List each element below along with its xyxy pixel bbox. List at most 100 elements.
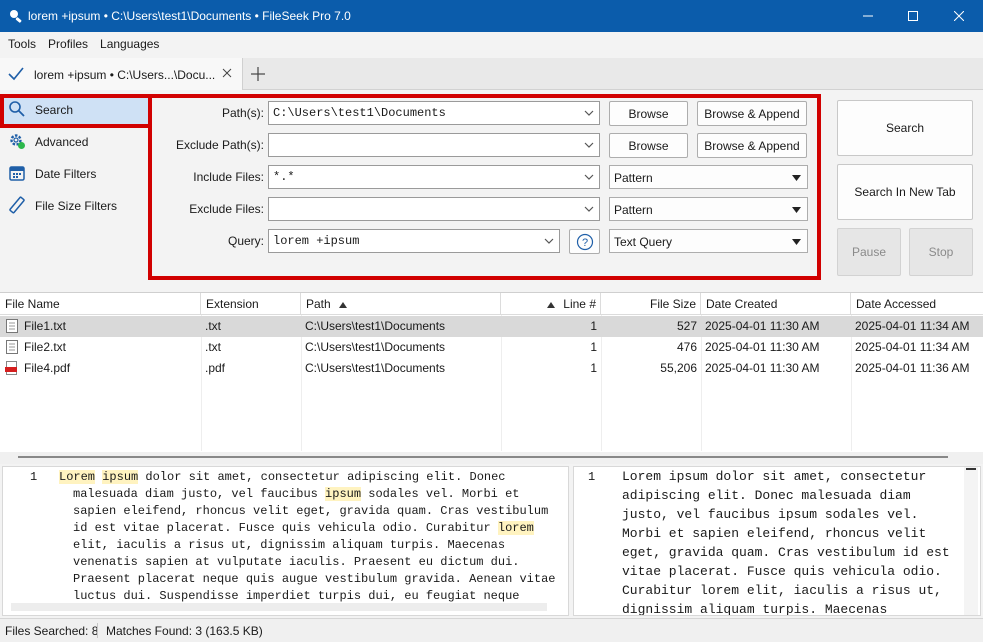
- exclude-files-label: Exclude Files:: [189, 202, 264, 216]
- search-in-new-tab-button[interactable]: Search In New Tab: [837, 164, 973, 220]
- date-created-cell: 2025-04-01 11:30 AM: [705, 340, 820, 354]
- browse-append-paths-button[interactable]: Browse & Append: [697, 101, 807, 126]
- line-cell: 1: [590, 361, 597, 375]
- match-highlight: ipsum: [325, 487, 362, 501]
- date-accessed-cell: 2025-04-01 11:34 AM: [855, 340, 970, 354]
- preview-text-line: Lorem ipsum dolor sit amet, consectetur …: [59, 470, 506, 484]
- table-row[interactable]: File1.txt .txt C:\Users\test1\Documents …: [0, 316, 983, 337]
- file-name-cell: File4.pdf: [24, 361, 71, 375]
- column-header-line[interactable]: Line #: [501, 293, 601, 315]
- matches-found-status: Matches Found: 3 (163.5 KB): [106, 624, 263, 638]
- menu-tools[interactable]: Tools: [2, 32, 42, 56]
- menu-profiles[interactable]: Profiles: [42, 32, 94, 56]
- match-highlight: lorem: [497, 521, 534, 535]
- pdf-file-icon: [5, 361, 17, 375]
- results-horizontal-scrollbar[interactable]: [0, 452, 983, 464]
- preview-horizontal-scrollbar[interactable]: [11, 603, 547, 611]
- chevron-down-icon[interactable]: [584, 206, 594, 212]
- date-created-cell: 2025-04-01 11:30 AM: [705, 361, 820, 375]
- date-accessed-cell: 2025-04-01 11:34 AM: [855, 319, 970, 333]
- paths-value: C:\Users\test1\Documents: [273, 106, 446, 120]
- status-separator: [97, 623, 98, 638]
- sidebar-item-search[interactable]: Search: [0, 94, 148, 124]
- column-header-path[interactable]: Path: [301, 293, 501, 315]
- file-name-cell: File1.txt: [24, 319, 67, 333]
- title-bar[interactable]: lorem +ipsum • C:\Users\test1\Documents …: [0, 0, 983, 32]
- column-header-date-accessed[interactable]: Date Accessed: [851, 293, 983, 315]
- match-highlight: ipsum: [102, 470, 139, 484]
- preview-text-line: sapien eleifend, rhoncus velit eget, gra…: [73, 504, 548, 518]
- preview-text-line: dignissim aliquam turpis. Maecenas: [622, 602, 888, 616]
- menu-languages[interactable]: Languages: [94, 32, 165, 56]
- file-name-cell: File2.txt: [24, 340, 67, 354]
- sidebar-item-date-filters[interactable]: Date Filters: [0, 158, 148, 188]
- scrollbar-thumb[interactable]: [18, 456, 948, 458]
- column-header-date-created[interactable]: Date Created: [701, 293, 851, 315]
- exclude-paths-label: Exclude Path(s):: [175, 138, 264, 152]
- line-cell: 1: [590, 319, 597, 333]
- extension-cell: .txt: [205, 319, 222, 333]
- browse-paths-button[interactable]: Browse: [609, 101, 688, 126]
- table-row[interactable]: File4.pdf .pdf C:\Users\test1\Documents …: [0, 358, 983, 379]
- sidebar-item-file-size-filters[interactable]: File Size Filters: [0, 190, 148, 220]
- column-header-extension[interactable]: Extension: [201, 293, 301, 315]
- text-file-icon: [6, 340, 18, 354]
- preview-vertical-scrollbar[interactable]: [964, 467, 978, 615]
- paths-combobox[interactable]: C:\Users\test1\Documents: [268, 101, 600, 125]
- preview-text-line: luctus dui. Suspendisse imperdiet turpis…: [73, 589, 519, 603]
- tab-close-icon[interactable]: [222, 68, 232, 78]
- new-tab-plus-icon[interactable]: [250, 66, 266, 82]
- search-tab[interactable]: lorem +ipsum • C:\Users...\Docu...: [0, 58, 243, 90]
- include-files-combobox[interactable]: *.*: [268, 165, 600, 189]
- minimize-button[interactable]: [845, 0, 891, 32]
- preview-text-line: justo, vel faucibus ipsum sodales vel.: [622, 507, 919, 522]
- stop-button[interactable]: Stop: [909, 228, 973, 276]
- browse-append-exclude-paths-button[interactable]: Browse & Append: [697, 133, 807, 158]
- status-bar: Files Searched: 8 Matches Found: 3 (163.…: [0, 618, 983, 642]
- help-question-icon: ?: [576, 233, 593, 250]
- maximize-button[interactable]: [890, 0, 936, 32]
- column-header-file-name[interactable]: File Name: [0, 293, 201, 315]
- scrollbar-thumb[interactable]: [966, 468, 976, 470]
- file-size-cell: 55,206: [660, 361, 697, 375]
- extension-cell: .txt: [205, 340, 222, 354]
- include-files-value: *.*: [273, 170, 295, 184]
- close-window-button[interactable]: [936, 0, 982, 32]
- search-button[interactable]: Search: [837, 100, 973, 156]
- include-files-mode-select[interactable]: Pattern: [609, 165, 808, 189]
- sidebar-item-advanced[interactable]: Advanced: [0, 126, 148, 156]
- sort-ascending-icon: [546, 302, 555, 308]
- exclude-files-mode-value: Pattern: [614, 203, 653, 217]
- search-criteria-form: Path(s): C:\Users\test1\Documents Browse…: [148, 92, 831, 280]
- column-header-file-size[interactable]: File Size: [601, 293, 701, 315]
- context-preview-pane[interactable]: 1 Lorem ipsum dolor sit amet, consectetu…: [2, 466, 569, 616]
- preview-text-line: id est vitae placerat. Fusce quis vehicu…: [73, 521, 534, 535]
- preview-text: sodales vel. Morbi et: [361, 487, 520, 501]
- tab-bar: lorem +ipsum • C:\Users...\Docu...: [0, 58, 983, 90]
- exclude-paths-combobox[interactable]: [268, 133, 600, 157]
- menu-bar: Tools Profiles Languages: [0, 32, 983, 56]
- exclude-files-combobox[interactable]: [268, 197, 600, 221]
- window-title: lorem +ipsum • C:\Users\test1\Documents …: [28, 9, 351, 23]
- search-icon: [9, 101, 25, 117]
- path-cell: C:\Users\test1\Documents: [305, 319, 446, 333]
- query-help-button[interactable]: ?: [569, 229, 600, 254]
- table-row[interactable]: File2.txt .txt C:\Users\test1\Documents …: [0, 337, 983, 358]
- pause-button[interactable]: Pause: [837, 228, 901, 276]
- chevron-down-icon[interactable]: [584, 174, 594, 180]
- chevron-down-icon[interactable]: [584, 110, 594, 116]
- preview-text: dolor sit amet, consectetur adipiscing e…: [138, 470, 506, 484]
- chevron-down-icon[interactable]: [544, 238, 554, 244]
- query-combobox[interactable]: lorem +ipsum: [268, 229, 560, 253]
- file-preview-pane[interactable]: 1 Lorem ipsum dolor sit amet, consectetu…: [573, 466, 981, 616]
- query-mode-select[interactable]: Text Query: [609, 229, 808, 253]
- chevron-down-icon[interactable]: [584, 142, 594, 148]
- checkmark-icon: [8, 67, 24, 81]
- advanced-gear-icon: [10, 134, 25, 149]
- match-highlight: Lorem: [59, 470, 96, 484]
- query-value: lorem +ipsum: [273, 234, 360, 248]
- exclude-files-mode-select[interactable]: Pattern: [609, 197, 808, 221]
- preview-line-number: 1: [30, 470, 38, 484]
- text-file-icon: [6, 319, 18, 333]
- browse-exclude-paths-button[interactable]: Browse: [609, 133, 688, 158]
